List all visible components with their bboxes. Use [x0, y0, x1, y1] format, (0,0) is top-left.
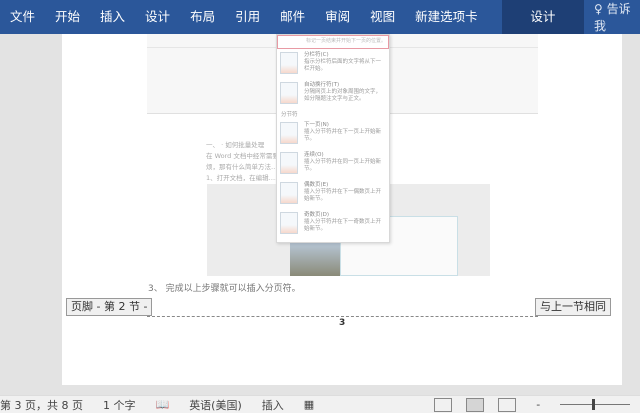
lightbulb-icon: ♀: [594, 2, 603, 16]
tell-me[interactable]: ♀ 告诉我: [594, 0, 640, 34]
menu-item-desc: 标记一页结束并开始下一页的位置。: [306, 38, 387, 44]
tab-layout[interactable]: 布局: [180, 0, 225, 34]
same-as-previous-label: 与上一节相同: [535, 298, 611, 316]
insert-mode[interactable]: 插入: [262, 397, 284, 413]
tab-references[interactable]: 引用: [225, 0, 270, 34]
tab-design[interactable]: 设计: [135, 0, 180, 34]
zoom-thumb[interactable]: [592, 399, 596, 410]
menu-item-label: 偶数页(E): [304, 182, 329, 188]
tab-header-footer-design[interactable]: 设计: [501, 0, 585, 34]
zoom-out-icon[interactable]: -: [536, 398, 540, 411]
menu-item-continuous[interactable]: 连续(O) 插入分节符并在同一页上开始新节。: [277, 149, 389, 179]
macro-record-icon[interactable]: ▦: [304, 398, 314, 411]
text-wrapping-icon: [280, 82, 298, 104]
menu-item-label: 奇数页(D): [304, 212, 330, 218]
page-number[interactable]: 3: [339, 318, 345, 328]
tab-view[interactable]: 视图: [360, 0, 405, 34]
menu-item-label: 连续(O): [304, 152, 324, 158]
tab-new[interactable]: 新建选项卡: [405, 0, 488, 34]
menu-item-desc: 插入分节符并在下一偶数页上开始新节。: [304, 189, 382, 202]
menu-item-desc: 指示分栏符后面的文字将从下一栏开始。: [304, 59, 382, 72]
column-break-icon: [280, 52, 298, 74]
menu-item-page-break[interactable]: 标记一页结束并开始下一页的位置。: [277, 35, 389, 49]
photo-thumbnail: [290, 242, 340, 276]
continuous-icon: [280, 152, 298, 174]
menu-item-even-page[interactable]: 偶数页(E) 插入分节符并在下一偶数页上开始新节。: [277, 179, 389, 209]
odd-page-icon: [280, 212, 298, 234]
breaks-dropdown-menu: 标记一页结束并开始下一页的位置。 分栏符(C) 指示分栏符后面的文字将从下一栏开始…: [276, 34, 390, 243]
ribbon-tabs: 文件 开始 插入 设计 布局 引用 邮件 审阅 视图 新建选项卡 设计 ♀ 告诉…: [0, 0, 640, 34]
print-layout-button[interactable]: [466, 397, 485, 412]
language[interactable]: 英语(美国): [189, 397, 242, 413]
menu-item-text-wrapping[interactable]: 自动换行符(T) 分隔网页上的对象周围的文字，如分隔题注文字与正文。: [277, 79, 389, 109]
tab-review[interactable]: 审阅: [315, 0, 360, 34]
menu-item-label: 自动换行符(T): [304, 82, 340, 88]
zoom-slider[interactable]: -: [536, 398, 631, 411]
menu-item-odd-page[interactable]: 奇数页(D) 插入分节符并在下一奇数页上开始新节。: [277, 209, 389, 239]
next-page-icon: [280, 122, 298, 144]
even-page-icon: [280, 182, 298, 204]
menu-item-desc: 插入分节符并在下一页上开始新节。: [304, 129, 382, 142]
word-count[interactable]: 1 个字: [103, 397, 136, 413]
read-mode-button[interactable]: [434, 397, 453, 412]
menu-item-label: 下一页(N): [304, 122, 329, 128]
footer-separator: [147, 316, 538, 317]
tab-mailings[interactable]: 邮件: [270, 0, 315, 34]
status-bar: 第 3 页，共 8 页 1 个字 📖 英语(美国) 插入 ▦ -: [0, 395, 640, 413]
tab-file[interactable]: 文件: [0, 0, 45, 34]
tab-home[interactable]: 开始: [45, 0, 90, 34]
tab-insert[interactable]: 插入: [90, 0, 135, 34]
web-layout-button[interactable]: [498, 397, 517, 412]
proofing-icon[interactable]: 📖: [155, 398, 169, 411]
section-breaks-header: 分节符: [281, 112, 298, 118]
menu-item-label: 分栏符(C): [304, 52, 329, 58]
menu-item-desc: 分隔网页上的对象周围的文字，如分隔题注文字与正文。: [304, 89, 382, 102]
footer-section-label: 页脚 - 第 2 节 -: [66, 298, 153, 316]
doc-step-3: 3、 完成以上步骤就可以插入分页符。: [148, 284, 301, 294]
menu-item-column-break[interactable]: 分栏符(C) 指示分栏符后面的文字将从下一栏开始。: [277, 49, 389, 79]
menu-item-desc: 插入分节符并在下一奇数页上开始新节。: [304, 219, 382, 232]
menu-item-desc: 插入分节符并在同一页上开始新节。: [304, 159, 382, 172]
menu-item-next-page[interactable]: 下一页(N) 插入分节符并在下一页上开始新节。: [277, 119, 389, 149]
page-count[interactable]: 第 3 页，共 8 页: [0, 397, 83, 413]
